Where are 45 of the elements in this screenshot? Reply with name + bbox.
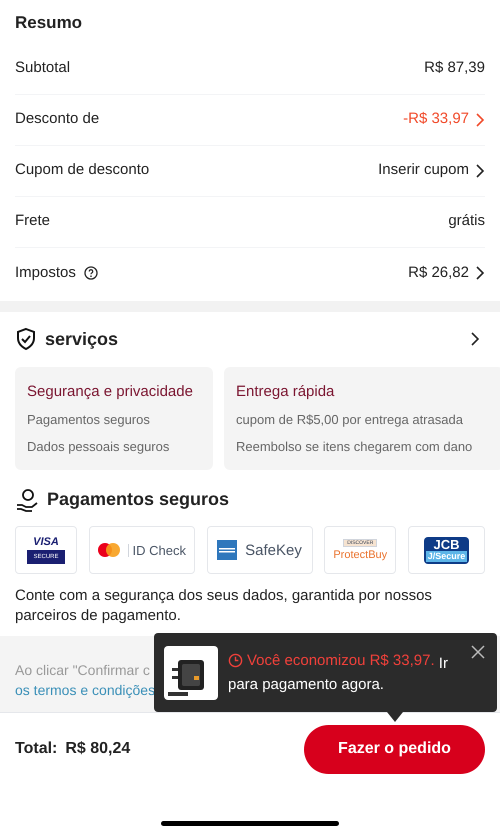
- close-icon[interactable]: [471, 645, 485, 659]
- card-text: cupom de R$5,00 por entrega atrasada: [236, 411, 464, 429]
- summary-row[interactable]: Desconto de -R$ 33,97: [15, 94, 485, 146]
- help-icon: [84, 266, 98, 280]
- row-value: -R$ 33,97: [403, 109, 469, 130]
- circles-logo-icon: [98, 543, 120, 557]
- security-note: Conte com a segurança dos seus dados, garantida por nossos parceiros de pagamento.: [15, 586, 433, 626]
- row-value: Inserir cupom: [378, 160, 469, 180]
- shield-check-icon: [15, 327, 37, 351]
- logo-label: J/Secure: [426, 550, 468, 562]
- row-label: Frete: [15, 211, 50, 232]
- popup-message: Você economizou R$ 33,97. Ir para pagamento agora.: [228, 651, 449, 695]
- summary-row[interactable]: Cupom de desconto Inserir cupom: [15, 146, 485, 196]
- card-text: Dados pessoais seguros: [27, 438, 170, 456]
- place-order-button[interactable]: Fazer o pedido: [304, 724, 485, 774]
- section-title: Resumo: [15, 12, 84, 34]
- card-text: Reembolso se itens chegarem com dano: [236, 438, 474, 456]
- row-value: R$ 26,82: [408, 262, 469, 283]
- summary-row[interactable]: Impostos R$ 26,82: [15, 248, 485, 298]
- row-value: R$ 87,39: [424, 58, 485, 78]
- chevron-right-icon: [470, 331, 480, 347]
- section-title: Pagamentos seguros: [47, 488, 230, 511]
- chevron-right-icon: [475, 162, 485, 178]
- total-label: Total:: [15, 739, 58, 759]
- card-title: Segurança e privacidade: [27, 382, 194, 402]
- logo-text: VISA: [33, 536, 59, 548]
- section-title: serviços: [45, 328, 118, 351]
- terms-text: Ao clicar "Confirmar c: [15, 661, 150, 680]
- chevron-right-icon: [475, 112, 485, 128]
- row-label: Subtotal: [15, 58, 70, 78]
- hand-coin-icon: [15, 488, 39, 512]
- row-label: Cupom de desconto: [15, 160, 150, 180]
- square-logo-icon: [217, 540, 238, 560]
- chevron-right-icon: [475, 265, 485, 281]
- logo-text: JCB: [433, 538, 460, 550]
- row-label: Desconto de: [15, 109, 100, 130]
- logo-text: ID Check: [128, 544, 186, 556]
- logo-text: ProtectBuy: [333, 550, 388, 562]
- clock-icon: [228, 653, 243, 668]
- row-label: Impostos: [15, 262, 76, 283]
- logo-text: SafeKey: [245, 542, 302, 558]
- card-title: Entrega rápida: [236, 382, 336, 402]
- row-value: grátis: [448, 211, 485, 232]
- card-text: Pagamentos seguros: [27, 411, 151, 429]
- total-value: R$ 80,24: [65, 739, 130, 759]
